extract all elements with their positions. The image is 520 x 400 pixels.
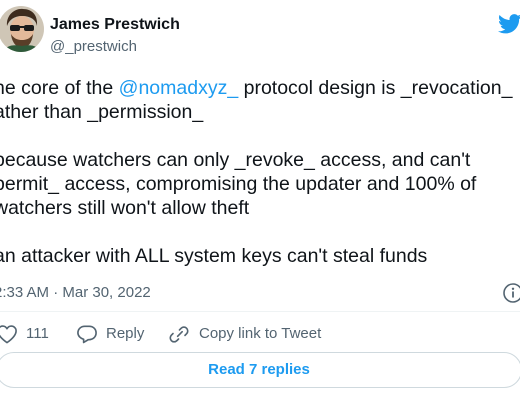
like-button[interactable]: 111 bbox=[0, 323, 56, 345]
tweet-line-4: permit_ access, compromising the updater… bbox=[0, 173, 477, 195]
tweet-line-2: ather than _permission_ bbox=[0, 101, 204, 123]
tweet-line-3: because watchers can only _revoke_ acces… bbox=[0, 149, 471, 171]
reply-label: Reply bbox=[106, 325, 145, 342]
twitter-bird-icon[interactable] bbox=[498, 14, 520, 34]
tweet-embed: James Prestwich @_prestwich he core of t… bbox=[0, 0, 520, 400]
tweet-line-1-start: he core of the bbox=[0, 77, 119, 99]
tweet-paragraph-3: an attacker with ALL system keys can't s… bbox=[0, 244, 520, 268]
tweet-paragraph-1: he core of the @nomadxyz_ protocol desig… bbox=[0, 76, 520, 124]
divider bbox=[0, 311, 520, 312]
like-count: 111 bbox=[26, 325, 49, 342]
heart-icon bbox=[0, 325, 17, 344]
reply-button[interactable]: Reply bbox=[76, 323, 156, 345]
author-handle[interactable]: @_prestwich bbox=[50, 37, 137, 57]
copy-link-label: Copy link to Tweet bbox=[199, 325, 322, 342]
avatar[interactable] bbox=[0, 6, 44, 52]
reply-bubble-icon bbox=[77, 325, 97, 344]
tweet-timestamp[interactable]: 2:33 AM · Mar 30, 2022 bbox=[0, 283, 151, 303]
author-display-name[interactable]: James Prestwich bbox=[50, 15, 180, 35]
info-icon[interactable] bbox=[502, 282, 520, 304]
copy-link-button[interactable]: Copy link to Tweet bbox=[168, 323, 338, 345]
tweet-text: he core of the @nomadxyz_ protocol desig… bbox=[0, 76, 520, 292]
mention-link[interactable]: @nomadxyz_ bbox=[119, 77, 239, 99]
read-replies-button[interactable]: Read 7 replies bbox=[0, 352, 520, 388]
tweet-line-1-end: protocol design is _revocation_ bbox=[238, 77, 513, 99]
link-icon bbox=[169, 326, 189, 343]
tweet-paragraph-2: because watchers can only _revoke_ acces… bbox=[0, 148, 520, 220]
tweet-line-5: watchers still won't allow theft bbox=[0, 197, 250, 219]
avatar-image bbox=[0, 6, 44, 52]
tweet-line-6: an attacker with ALL system keys can't s… bbox=[0, 245, 428, 267]
